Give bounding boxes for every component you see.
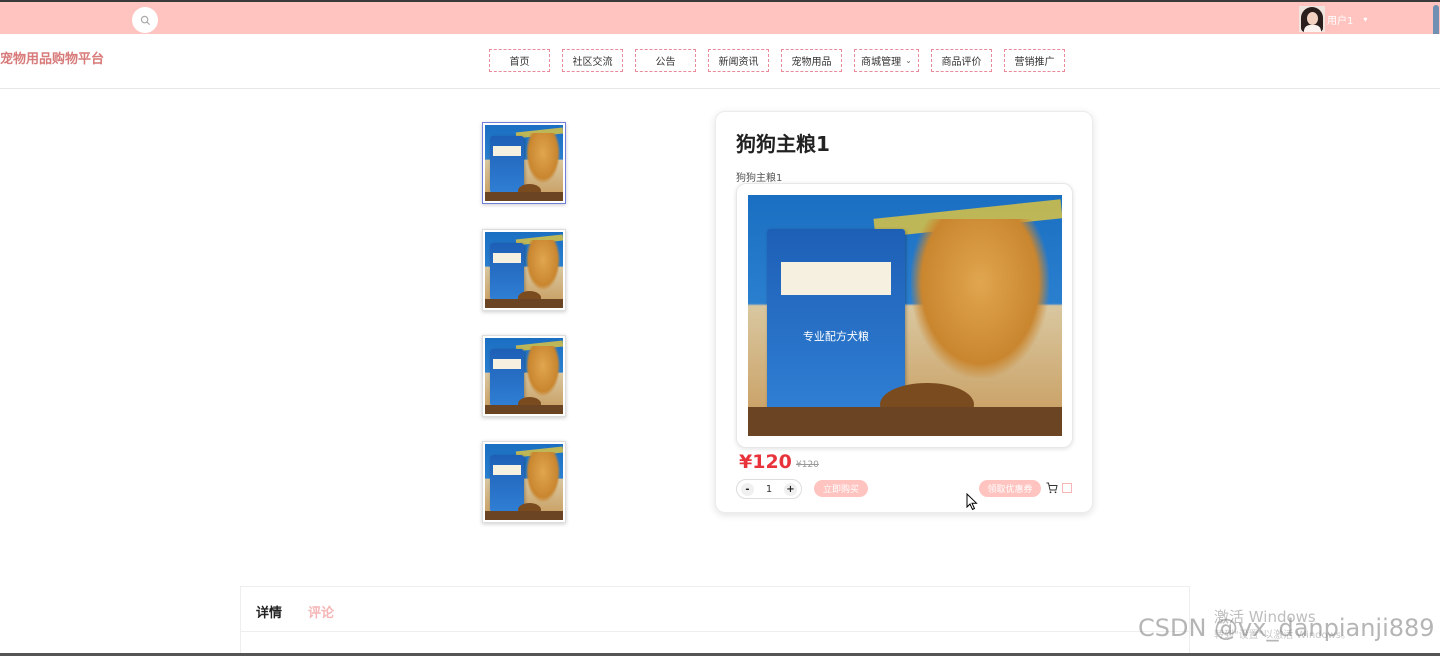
nav-item-label: 社区交流 — [572, 57, 613, 68]
detail-tabs: 详情 评论 — [240, 586, 1190, 656]
product-thumbnail-image — [485, 338, 563, 414]
product-title: 狗狗主粮1 — [736, 132, 830, 156]
nav-item-product-reviews[interactable]: 商品评价 — [931, 49, 992, 72]
nav-item-news[interactable]: 新闻资讯 — [708, 49, 769, 72]
mouse-cursor-icon — [966, 493, 978, 511]
product-image-caption: 专业配方犬粮 — [802, 329, 869, 343]
product-detail-card: 狗狗主粮1 狗狗主粮1 专业配方犬粮 ¥120 ¥120 - 1 + 立即购买 … — [715, 111, 1093, 513]
nav-item-label: 宠物用品 — [791, 57, 832, 68]
nav-item-mall-management[interactable]: 商城管理 ⌄ — [854, 49, 919, 72]
user-name[interactable]: 用户1 — [1327, 12, 1353, 27]
product-original-price: ¥120 — [796, 460, 819, 470]
nav-item-label: 新闻资讯 — [718, 57, 759, 68]
tab-details[interactable]: 详情 — [256, 602, 282, 621]
decrement-button[interactable]: - — [741, 482, 754, 496]
tab-comments[interactable]: 评论 — [308, 602, 334, 621]
buy-now-button[interactable]: 立即购买 — [814, 480, 868, 497]
avatar[interactable] — [1299, 6, 1325, 32]
favorite-icon[interactable] — [1062, 483, 1072, 493]
product-subtitle: 狗狗主粮1 — [736, 173, 783, 184]
product-thumbnail[interactable] — [482, 122, 566, 204]
nav-item-label: 商城管理 — [861, 57, 902, 68]
nav-item-announcements[interactable]: 公告 — [635, 49, 696, 72]
product-main-image: 专业配方犬粮 — [748, 195, 1062, 436]
nav-item-marketing[interactable]: 营销推广 — [1004, 49, 1065, 72]
navigation-bar: 宠物用品购物平台 首页 社区交流 公告 新闻资讯 宠物用品 商城管理 ⌄ 商品评… — [0, 34, 1440, 89]
nav-item-label: 商品评价 — [941, 57, 982, 68]
nav-item-pet-supplies[interactable]: 宠物用品 — [781, 49, 842, 72]
cart-icon[interactable] — [1046, 482, 1058, 494]
chevron-down-icon: ⌄ — [905, 56, 912, 65]
product-thumbnail[interactable] — [482, 335, 566, 417]
search-button[interactable] — [132, 7, 158, 33]
watermark: CSDN @vx_danpianji889 — [1138, 614, 1435, 642]
chevron-down-icon[interactable]: ▾ — [1363, 15, 1367, 24]
product-image-frame: 专业配方犬粮 — [736, 183, 1073, 448]
top-bar: 用户1 ▾ — [0, 2, 1440, 45]
quantity-stepper: - 1 + — [736, 479, 802, 499]
nav-item-label: 公告 — [655, 57, 676, 68]
nav-item-home[interactable]: 首页 — [489, 49, 550, 72]
user-menu[interactable]: 用户1 ▾ — [1299, 6, 1367, 32]
product-thumbnail[interactable] — [482, 229, 566, 311]
search-icon — [140, 15, 150, 25]
get-coupon-button[interactable]: 领取优惠券 — [979, 480, 1041, 497]
product-thumbnail[interactable] — [482, 441, 566, 523]
nav-item-community[interactable]: 社区交流 — [562, 49, 623, 72]
nav-item-label: 首页 — [509, 57, 530, 68]
increment-button[interactable]: + — [784, 482, 797, 496]
site-title[interactable]: 宠物用品购物平台 — [0, 48, 104, 67]
product-price: ¥120 — [739, 451, 792, 473]
product-thumbnail-image — [485, 444, 563, 520]
product-thumbnail-image — [485, 232, 563, 308]
tabs-divider — [241, 631, 1189, 632]
product-thumbnail-image — [485, 125, 563, 201]
nav-item-label: 营销推广 — [1014, 57, 1055, 68]
quantity-value[interactable]: 1 — [766, 484, 772, 495]
